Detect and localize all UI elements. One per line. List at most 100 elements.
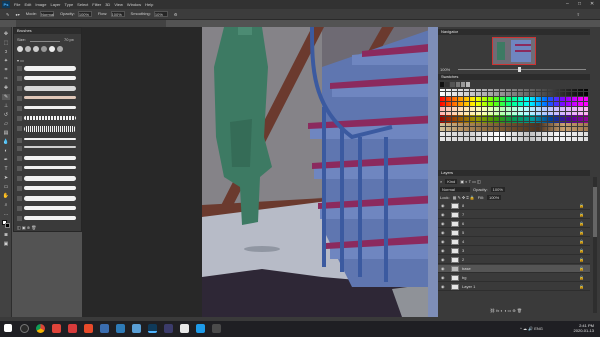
layers-panel-footer-icons[interactable]: ⛓ fx ◐ ◑ ▭ ⊕ 🗑	[490, 308, 522, 313]
healing-tool-icon[interactable]: ✚	[2, 85, 10, 91]
eyedropper-tool-icon[interactable]: ✑	[2, 76, 10, 82]
more-tools-icon[interactable]: …	[2, 211, 10, 217]
layer-row[interactable]: ◉ 6 🔒	[438, 220, 590, 228]
gear-icon[interactable]: ⚙	[174, 12, 178, 17]
menu-3d[interactable]: 3D	[105, 2, 110, 7]
brush-preset-stroke[interactable]	[24, 66, 76, 71]
quick-mask-icon[interactable]: ◙	[2, 232, 10, 238]
recent-brush-swatch[interactable]	[57, 46, 63, 52]
app-icon-video[interactable]	[68, 324, 77, 333]
visibility-eye-icon[interactable]: ◉	[441, 239, 445, 245]
brush-tool-icon[interactable]: ✎	[6, 12, 9, 17]
layer-blend-mode-select[interactable]: Normal	[440, 187, 470, 192]
layer-row[interactable]: ◉ 2 🔒	[438, 256, 590, 264]
layer-row[interactable]: ◉ 7 🔒	[438, 211, 590, 219]
layer-row[interactable]: ◉ bg 🔒	[438, 274, 590, 282]
visibility-eye-icon[interactable]: ◉	[441, 275, 445, 281]
layer-fill-field[interactable]: 100%	[486, 195, 502, 200]
recent-brush-swatch[interactable]	[25, 46, 31, 52]
brush-preset-stroke[interactable]	[24, 166, 76, 169]
app-icon-red[interactable]	[52, 324, 61, 333]
visibility-eye-icon[interactable]: ◉	[441, 257, 445, 263]
brush-preset-stroke[interactable]	[24, 116, 76, 120]
visibility-eye-icon[interactable]: ◉	[441, 248, 445, 254]
visibility-eye-icon[interactable]: ◉	[441, 266, 445, 272]
brush-panel-footer-icons[interactable]: ◫ ▣ ⊕ 🗑	[17, 225, 36, 230]
system-tray-icons[interactable]: ^ ☁ 🔊 ENG	[520, 326, 543, 331]
menu-type[interactable]: Type	[65, 2, 74, 7]
minimize-icon[interactable]: –	[566, 1, 569, 7]
menu-window[interactable]: Window	[127, 2, 141, 7]
dodge-tool-icon[interactable]: ◐	[2, 148, 10, 154]
visibility-eye-icon[interactable]: ◉	[441, 230, 445, 236]
navigator-preview[interactable]	[492, 37, 536, 65]
menu-select[interactable]: Select	[77, 2, 88, 7]
visibility-eye-icon[interactable]: ◉	[441, 284, 445, 290]
navigator-zoom-slider[interactable]	[458, 69, 586, 70]
menu-image[interactable]: Image	[35, 2, 46, 7]
marquee-tool-icon[interactable]: ⬚	[2, 40, 10, 46]
eraser-tool-icon[interactable]: ▱	[2, 121, 10, 127]
layer-row[interactable]: ◉ 4 🔒	[438, 238, 590, 246]
recent-brush-swatch[interactable]	[41, 46, 47, 52]
layer-row[interactable]: ◉ 8 🔒	[438, 202, 590, 210]
menu-filter[interactable]: Filter	[92, 2, 101, 7]
hand-tool-icon[interactable]: ✋	[2, 193, 10, 199]
path-select-tool-icon[interactable]: ➤	[2, 175, 10, 181]
layers-scrollbar[interactable]	[593, 177, 597, 313]
app-icon-orange[interactable]	[84, 324, 93, 333]
menu-layer[interactable]: Layer	[50, 2, 60, 7]
recent-brush-swatch[interactable]	[49, 46, 55, 52]
document-canvas[interactable]	[202, 27, 438, 317]
pen-tool-icon[interactable]: ✒	[2, 157, 10, 163]
app-icon-white[interactable]	[180, 324, 189, 333]
blur-tool-icon[interactable]: 💧	[2, 139, 10, 145]
visibility-eye-icon[interactable]: ◉	[441, 221, 445, 227]
brush-preset-stroke[interactable]	[24, 206, 76, 210]
brush-preset-stroke[interactable]	[24, 216, 76, 220]
maximize-icon[interactable]: □	[578, 1, 581, 7]
app-icon-purple[interactable]	[164, 324, 173, 333]
brush-preset-stroke[interactable]	[24, 96, 76, 99]
layer-filter-kind[interactable]: Kind	[445, 179, 458, 184]
menu-view[interactable]: View	[114, 2, 123, 7]
brush-preset-stroke[interactable]	[24, 146, 76, 148]
menu-file[interactable]: File	[14, 2, 20, 7]
recent-brush-swatch[interactable]	[17, 46, 23, 52]
brush-preset-stroke[interactable]	[24, 138, 76, 140]
document-tab[interactable]: LOCATION LIGHTHOUSE STAIRS.psd @ 100% (2…	[16, 20, 166, 34]
brush-preset-stroke[interactable]	[24, 176, 76, 181]
brush-preset-stroke[interactable]	[24, 126, 76, 132]
rectangle-tool-icon[interactable]: ▭	[2, 184, 10, 190]
lasso-tool-icon[interactable]: ↄ	[2, 49, 10, 55]
visibility-eye-icon[interactable]: ◉	[441, 212, 445, 218]
layer-filter-search-icon[interactable]: ⌕	[440, 179, 442, 184]
mode-select[interactable]: Normal	[40, 11, 55, 17]
brush-preset-stroke[interactable]	[24, 186, 76, 190]
screen-mode-icon[interactable]: ▣	[2, 241, 10, 247]
windows-start-icon[interactable]	[4, 324, 12, 332]
history-brush-tool-icon[interactable]: ↺	[2, 112, 10, 118]
layer-row[interactable]: ◉ 5 🔒	[438, 229, 590, 237]
layer-opacity-field[interactable]: 100%	[490, 187, 505, 192]
app-icon-light-blue[interactable]	[132, 324, 141, 333]
brush-preset-stroke[interactable]	[24, 76, 76, 80]
layer-row[interactable]: ◉ 3 🔒	[438, 247, 590, 255]
recent-brush-swatch[interactable]	[33, 46, 39, 52]
opacity-field[interactable]: 100%	[77, 11, 92, 17]
smoothing-field[interactable]: 10%	[153, 11, 168, 17]
search-icon[interactable]	[20, 324, 29, 333]
share-icon[interactable]: ⇪	[577, 12, 580, 17]
app-icon-gray[interactable]	[212, 324, 221, 333]
photoshop-taskbar-icon[interactable]	[148, 324, 157, 333]
brush-preset-picker[interactable]: ●▾	[15, 12, 19, 17]
layer-filter-icons[interactable]: ▣ ◐ T ▭ ◫	[460, 179, 481, 184]
navigator-zoom-handle[interactable]	[518, 67, 521, 72]
brush-preset-stroke[interactable]	[24, 106, 76, 109]
background-color-swatch[interactable]	[5, 223, 10, 228]
brush-preset-stroke[interactable]	[24, 86, 76, 91]
close-icon[interactable]: ✕	[590, 1, 594, 7]
stamp-tool-icon[interactable]: ⊥	[2, 103, 10, 109]
quick-select-tool-icon[interactable]: ✦	[2, 58, 10, 64]
brush-size-slider[interactable]	[30, 41, 60, 42]
